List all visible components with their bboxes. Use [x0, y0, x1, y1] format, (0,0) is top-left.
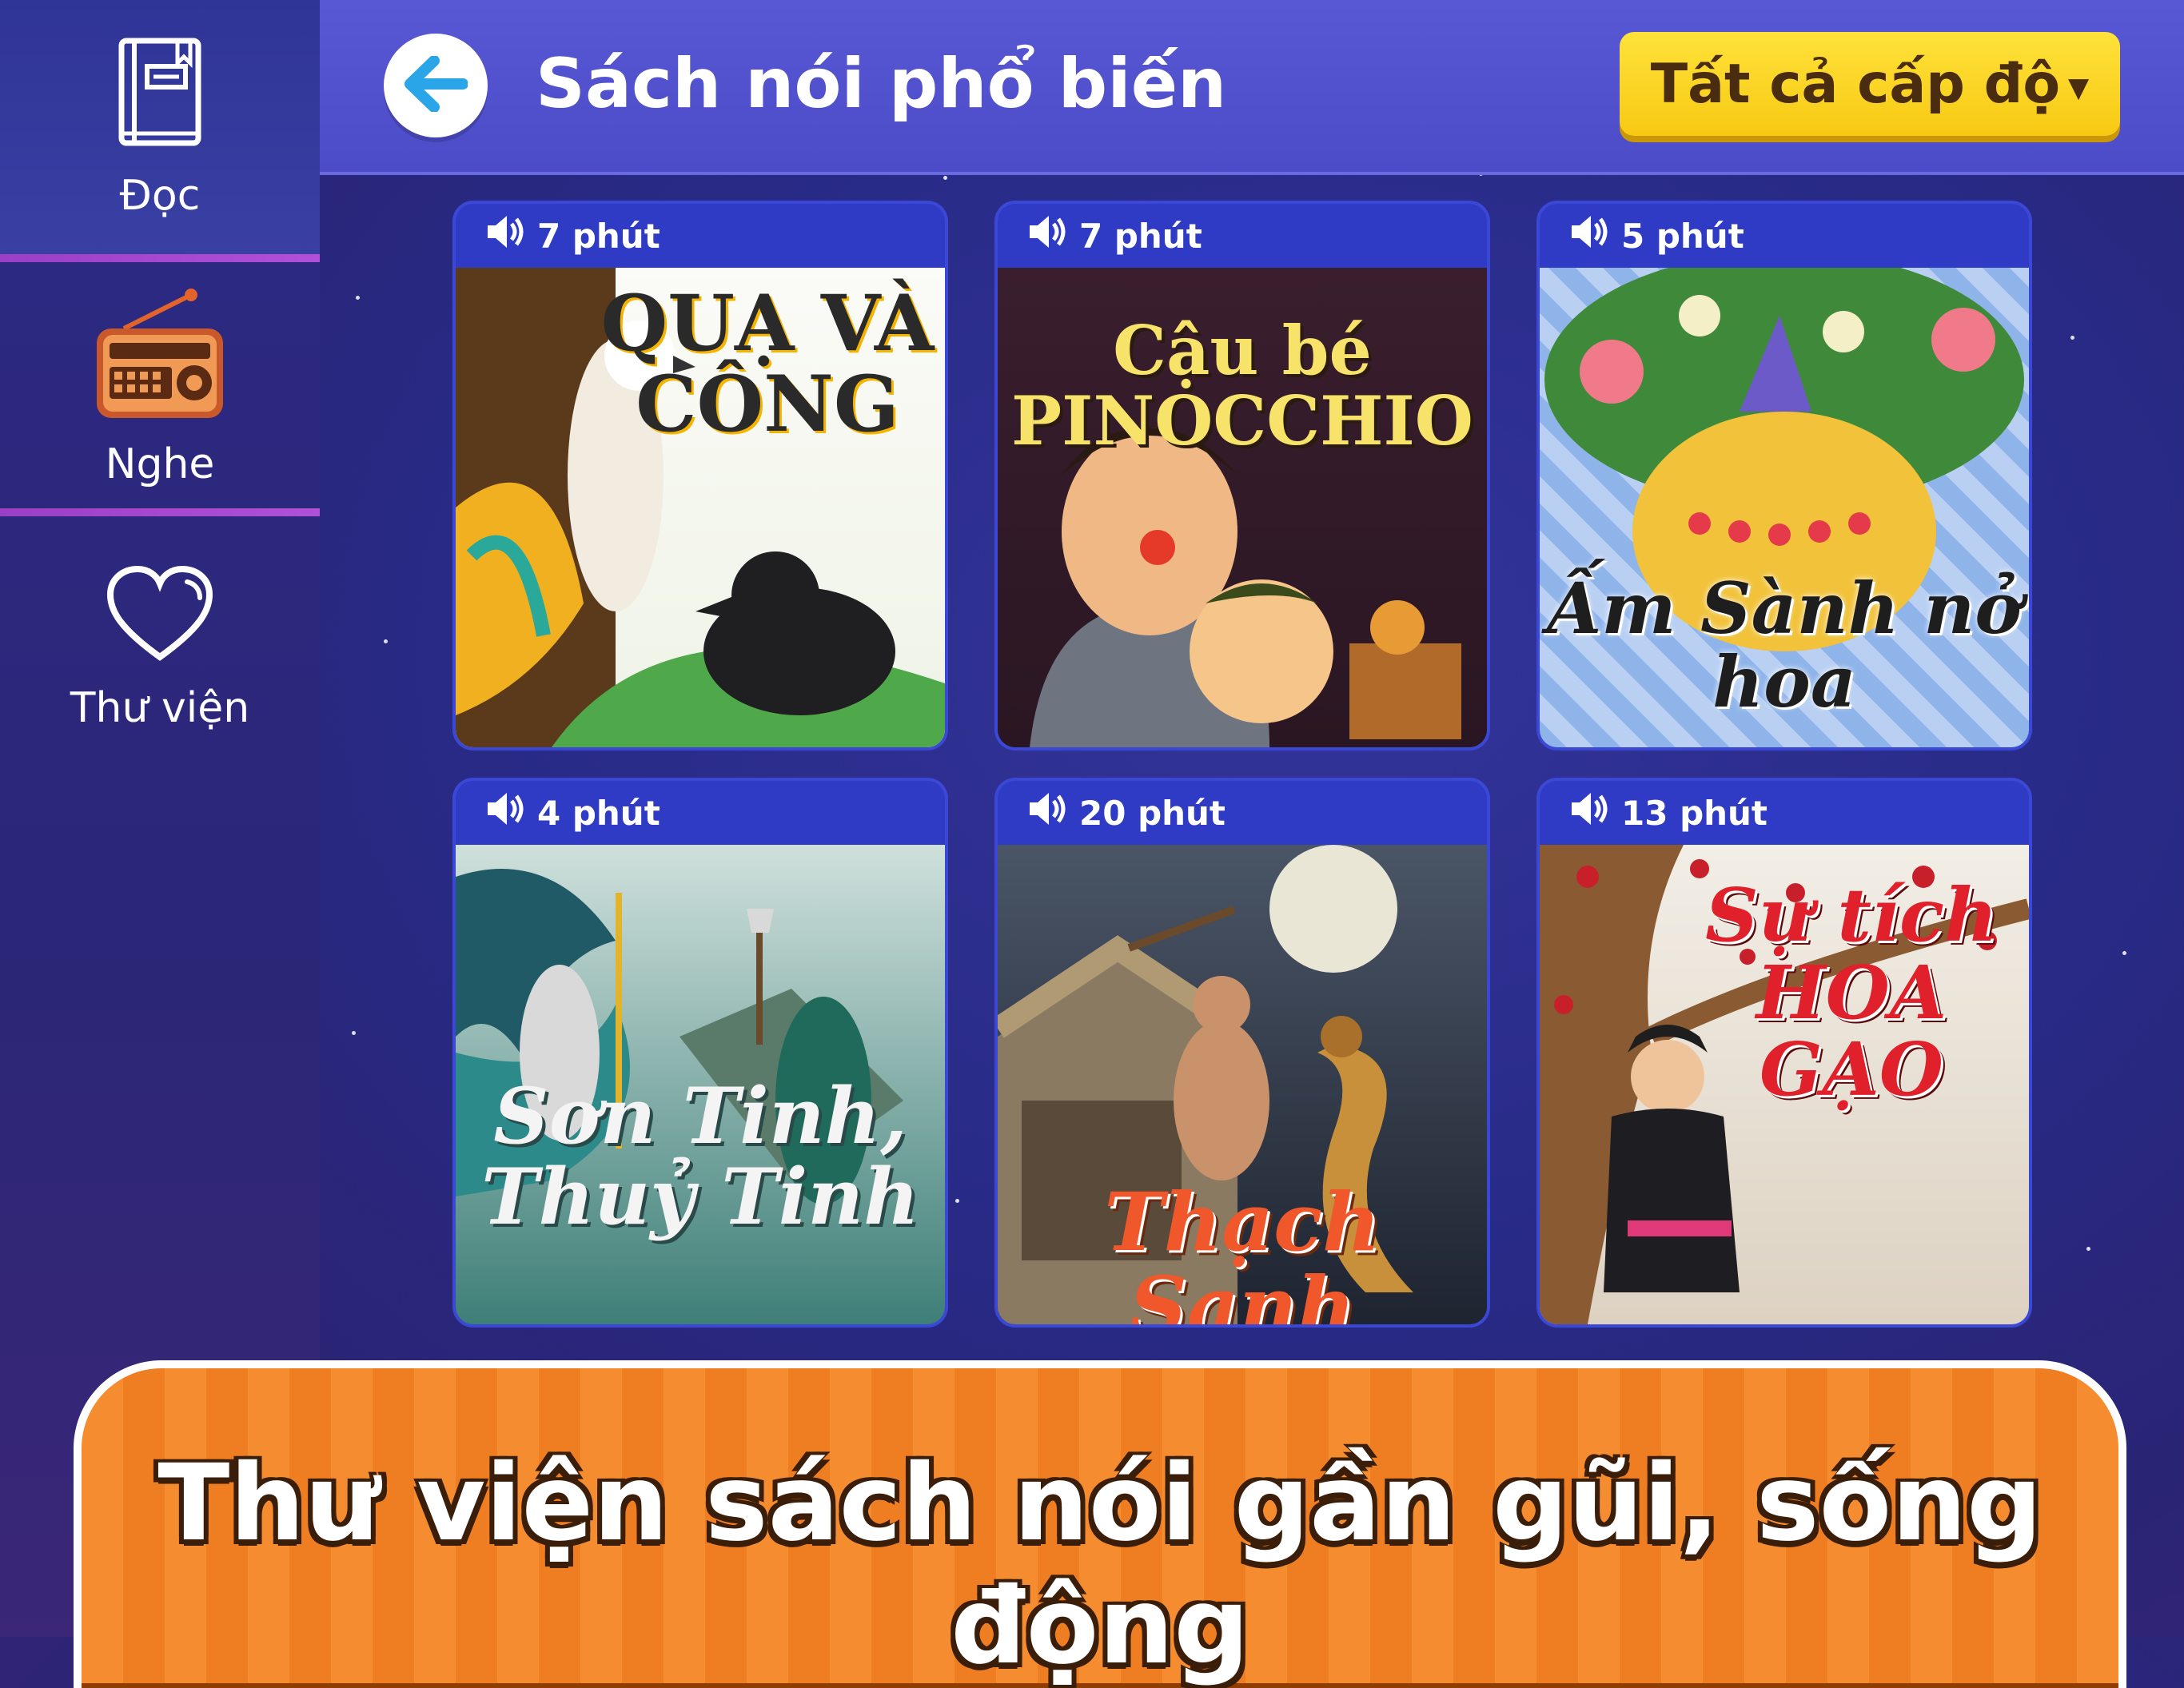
banner-text: Thư viện sách nói gần gũi, sống động [157, 1442, 2043, 1688]
level-filter-dropdown[interactable]: Tất cả cấp độ ▼ [1620, 32, 2120, 136]
book-icon [112, 34, 208, 157]
card-header: 7 phút [998, 204, 1487, 268]
book-card[interactable]: 4 phút Sơn Tinh, Thuỷ Tinh [456, 781, 945, 1324]
book-cover: Sự tích HOA GẠO [1540, 845, 2029, 1324]
sidebar-item-label: Thư viện [70, 684, 250, 732]
book-cover: Ấm Sành nở hoa [1540, 268, 2029, 747]
back-button[interactable] [384, 34, 488, 137]
heart-icon [104, 563, 216, 670]
book-cover: Thạch Sanh [998, 845, 1487, 1324]
book-card[interactable]: 20 phút Thạch Sanh [998, 781, 1487, 1324]
book-cover: Cậu bé PINOCCHIO [998, 268, 1487, 747]
radio-icon [92, 287, 228, 426]
cover-title: QUẠ VÀ CÔNG [600, 278, 935, 449]
promo-banner: Thư viện sách nói gần gũi, sống động [74, 1360, 2126, 1688]
speaker-icon [484, 791, 537, 834]
speaker-icon [1568, 214, 1621, 257]
sidebar-divider [0, 254, 320, 262]
arrow-left-icon [404, 55, 468, 115]
card-header: 7 phút [456, 204, 945, 268]
sidebar-item-nghe[interactable]: Nghe [0, 272, 320, 504]
sidebar-divider [0, 508, 320, 516]
book-cover: Sơn Tinh, Thuỷ Tinh [456, 845, 945, 1324]
card-header: 4 phút [456, 781, 945, 845]
card-header: 13 phút [1540, 781, 2029, 845]
speaker-icon [1026, 214, 1079, 257]
sidebar-item-doc[interactable]: Đọc [0, 0, 320, 254]
caret-down-icon: ▼ [2068, 72, 2090, 104]
cover-title: Sơn Tinh, Thuỷ Tinh [481, 1071, 919, 1242]
duration-label: 7 phút [1079, 216, 1202, 256]
card-header: 20 phút [998, 781, 1487, 845]
speaker-icon [1026, 791, 1079, 834]
speaker-icon [1568, 791, 1621, 834]
duration-label: 5 phút [1621, 216, 1744, 256]
cover-title: Cậu bé PINOCCHIO [1011, 311, 1473, 461]
cover-title: Ấm Sành nở hoa [1547, 567, 2022, 724]
sidebar-item-label: Nghe [105, 440, 215, 488]
book-card[interactable]: 5 phút Ấm Sành nở hoa [1540, 204, 2029, 747]
level-filter-label: Tất cả cấp độ [1650, 52, 2061, 116]
page-title: Sách nói phổ biến [536, 44, 1227, 124]
book-card[interactable]: 13 phút Sự tích HOA GẠO [1540, 781, 2029, 1324]
cover-title: Thạch Sanh [1104, 1175, 1381, 1325]
book-card[interactable]: 7 phút QUẠ VÀ CÔNG [456, 204, 945, 747]
header: Sách nói phổ biến Tất cả cấp độ ▼ [320, 0, 2184, 175]
duration-label: 7 phút [537, 216, 660, 256]
card-header: 5 phút [1540, 204, 2029, 268]
book-cover: QUẠ VÀ CÔNG [456, 268, 945, 747]
sidebar-item-label: Đọc [119, 172, 201, 220]
sidebar-item-thu-vien[interactable]: Thư viện [0, 528, 320, 767]
book-card[interactable]: 7 phút Cậu bé PINOCCHIO [998, 204, 1487, 747]
duration-label: 20 phút [1079, 793, 1226, 833]
speaker-icon [484, 214, 537, 257]
duration-label: 13 phút [1621, 793, 1768, 833]
cover-title: Sự tích HOA GẠO [1705, 872, 1998, 1113]
duration-label: 4 phút [537, 793, 660, 833]
